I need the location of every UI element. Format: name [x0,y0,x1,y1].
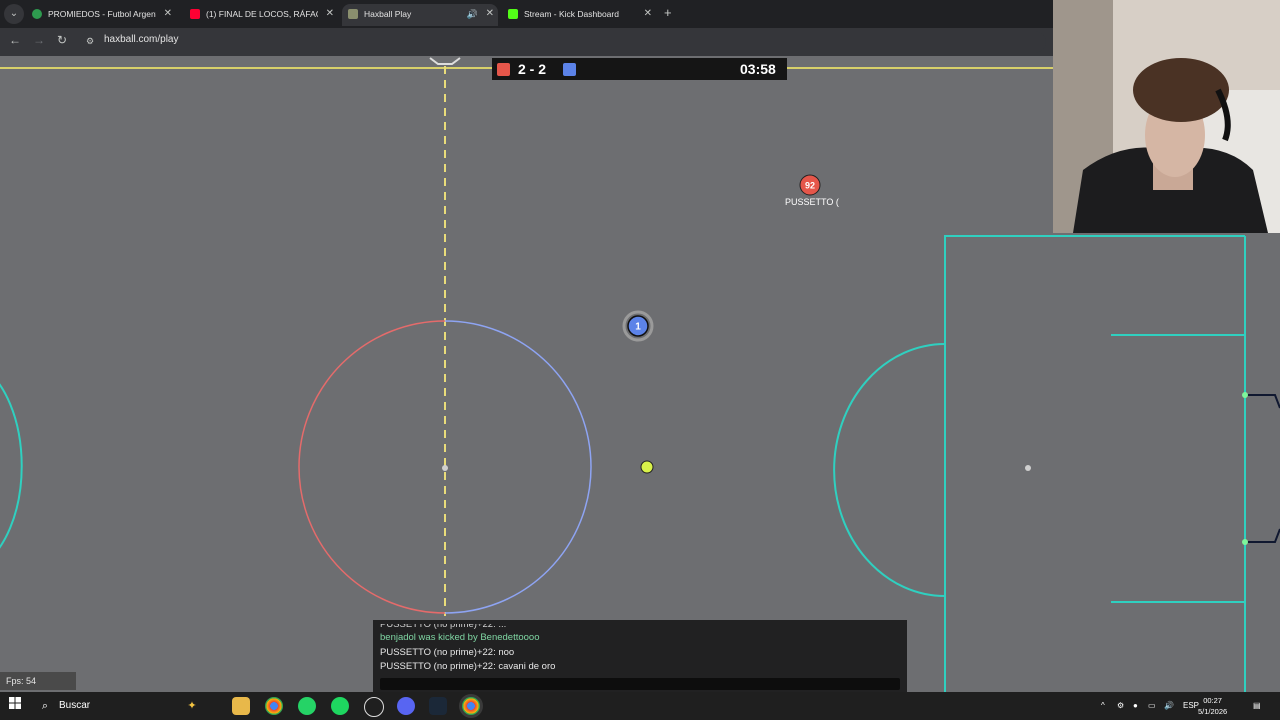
microphone-icon[interactable]: ● [1133,701,1138,710]
score-text: 2 - 2 [518,61,547,77]
browser-tab-strip: ⌄ PROMIEDOS - Futbol Argentino ✕ (1) FIN… [0,0,1053,28]
tab-title: Haxball Play [364,9,412,19]
taskbar-clock[interactable]: 00:27 5/1/2026 [1198,695,1227,717]
player-blue-number: 1 [635,322,641,333]
steam-icon[interactable] [429,697,447,715]
forward-arrow-icon[interactable]: → [33,33,45,47]
left-area-arc [0,383,23,549]
ball [640,460,654,474]
center-spot [442,465,448,471]
windows-taskbar: ⌕ Buscar ✦ ^ ⚙ ● ▭ 🔊 ESP 00:27 5/1/2026 … [0,692,1280,720]
chat-line: PUSSETTO (no prime)+22: cavani de oro [380,661,556,672]
goal-net-top [1245,394,1280,409]
tray-overflow-icon[interactable]: ^ [1101,701,1105,710]
notifications-icon[interactable]: ▤ [1253,701,1261,710]
chrome-icon[interactable] [265,697,283,715]
youtube-favicon-icon [190,9,200,19]
chrome-active-icon[interactable] [462,697,480,715]
field-extension-canvas [1053,235,1280,692]
address-bar[interactable] [80,31,1046,53]
tab-haxball[interactable]: Haxball Play 🔊 ✕ [342,4,498,26]
fps-counter: Fps: 54 [0,672,76,690]
reload-icon[interactable]: ↻ [57,33,67,47]
back-arrow-icon[interactable]: ← [9,33,21,47]
webcam-image [1053,0,1280,233]
penalty-spot [1025,465,1031,471]
taskbar-search[interactable]: Buscar [59,700,90,711]
player-red-name: PUSSETTO ( [785,197,839,207]
right-area-arc [833,343,946,597]
tab-youtube[interactable]: (1) FINAL DE LOCOS, RÁFAGA D ✕ [184,4,338,26]
url-text[interactable]: haxball.com/play [104,34,178,45]
close-icon[interactable]: ✕ [486,4,494,24]
close-icon[interactable]: ✕ [326,4,334,24]
tab-search-dropdown[interactable]: ⌄ [4,4,24,24]
browser-toolbar: ← → ↻ ⚙ haxball.com/play [0,28,1053,56]
clock-date: 5/1/2026 [1198,707,1228,716]
audio-playing-icon[interactable]: 🔊 [467,4,478,24]
file-explorer-icon[interactable] [232,697,250,715]
close-icon[interactable]: ✕ [164,4,172,24]
new-tab-button[interactable]: + [664,4,678,24]
tab-title: (1) FINAL DE LOCOS, RÁFAGA D [206,9,318,19]
app-icon[interactable] [364,697,384,717]
field-extension [1053,233,1280,692]
spotify-icon[interactable] [331,697,349,715]
pitch-canvas: 1 92 [0,57,1053,692]
chat-input[interactable] [380,678,900,690]
chat-line: PUSSETTO (no prime)+22: ... [380,619,507,630]
discord-icon[interactable] [397,697,415,715]
red-team-indicator [497,63,510,76]
center-circle-blue-half [444,320,592,614]
webcam-overlay [1053,0,1280,233]
volume-icon[interactable]: 🔊 [1164,701,1174,710]
close-icon[interactable]: ✕ [644,4,652,24]
chat-line: benjadol was kicked by Benedettoooo [380,632,540,643]
language-indicator[interactable]: ESP [1183,701,1199,710]
search-icon[interactable]: ⌕ [36,697,54,715]
tray-app-icon[interactable]: ⚙ [1117,701,1124,710]
tab-promiedos[interactable]: PROMIEDOS - Futbol Argentino ✕ [26,4,176,26]
clock-time: 00:27 [1203,696,1222,705]
game-field[interactable]: 1 92 [0,56,1053,692]
tab-title: Stream - Kick Dashboard [524,9,619,19]
tab-title: PROMIEDOS - Futbol Argentino [48,9,156,19]
kick-favicon-icon [508,9,518,19]
right-big-box [944,235,1053,692]
center-circle-red-half [298,320,446,614]
promiedos-favicon-icon [32,9,42,19]
copilot-sparkle-icon[interactable]: ✦ [183,697,201,715]
haxball-favicon-icon [348,9,358,19]
top-goal-marker [429,57,461,65]
blue-team-indicator [563,63,576,76]
windows-start-icon[interactable] [6,697,24,715]
tab-kick[interactable]: Stream - Kick Dashboard ✕ [502,4,656,26]
goal-net-bottom [1245,528,1280,543]
match-timer: 03:58 [740,61,776,77]
chat-line: PUSSETTO (no prime)+22: noo [380,647,515,658]
site-info-icon[interactable]: ⚙ [86,36,96,46]
network-icon[interactable]: ▭ [1148,701,1156,710]
player-red-number: 92 [805,181,815,191]
whatsapp-icon[interactable] [298,697,316,715]
